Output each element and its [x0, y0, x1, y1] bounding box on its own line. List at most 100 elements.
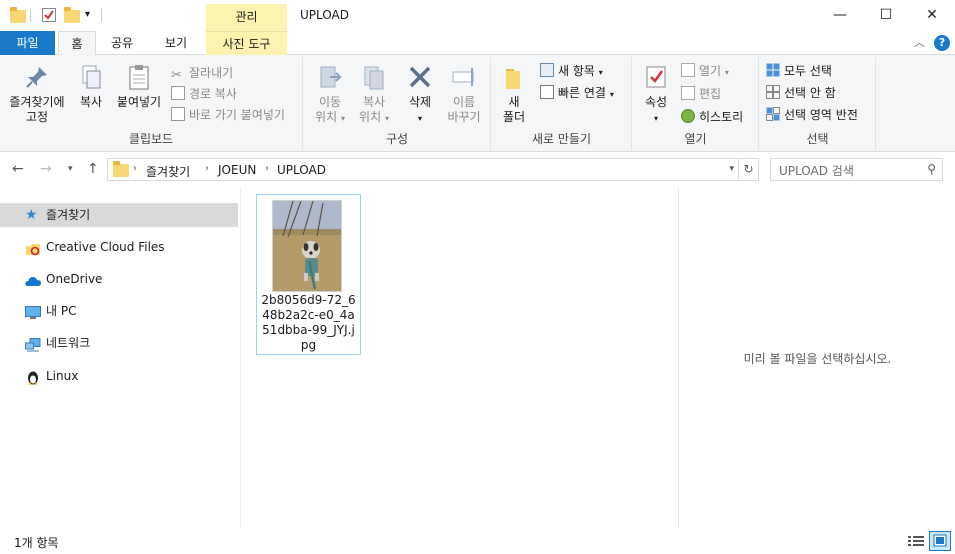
properties-label: 속성: [644, 95, 668, 109]
manage-context-label: 관리: [206, 4, 287, 31]
history-button[interactable]: 히스토리: [681, 107, 743, 127]
up-arrow-icon[interactable]: ↑: [87, 161, 99, 177]
move-to-icon: [320, 66, 342, 88]
move-to-button[interactable]: 이동 위치 ▾: [308, 63, 352, 126]
sidebar-item-quick-access[interactable]: ★ 즐겨찾기: [0, 203, 238, 227]
tab-view[interactable]: 보기: [150, 31, 202, 55]
help-icon[interactable]: ?: [934, 35, 950, 51]
move-to-line2: 위치: [315, 110, 338, 124]
title-bar: ▾ 관리 UPLOAD — ☐ ✕: [0, 0, 955, 31]
linux-icon: [25, 369, 41, 385]
clipboard-icon: [129, 65, 149, 90]
collapse-ribbon-icon[interactable]: ︿: [914, 34, 925, 50]
breadcrumb-separator-icon: ›: [205, 163, 209, 174]
copy-path-button[interactable]: 경로 복사: [171, 84, 237, 104]
breadcrumb-joeun[interactable]: JOEUN: [218, 163, 256, 177]
ribbon-tabs: 파일 홈 공유 보기 사진 도구: [0, 31, 955, 56]
address-bar[interactable]: › 즐겨찾기 › JOEUN › UPLOAD ▾: [107, 158, 739, 181]
recent-locations-chevron-icon[interactable]: ▾: [68, 164, 73, 174]
new-folder-quick-icon[interactable]: [64, 7, 80, 23]
delete-button[interactable]: 삭제 ▾: [400, 63, 440, 126]
paste-button[interactable]: 붙여넣기: [113, 63, 165, 110]
pin-to-quick-access-button[interactable]: 즐겨찾기에 고정: [6, 63, 68, 125]
refresh-icon[interactable]: ↻: [739, 158, 759, 181]
large-icons-view-icon[interactable]: [929, 531, 951, 551]
ribbon: 즐겨찾기에 고정 복사 붙여넣기 ✂ 잘라내기 경로 복사 바로 가기 붙여넣기 …: [0, 55, 955, 152]
forward-arrow-icon[interactable]: →: [40, 161, 52, 177]
easy-access-button[interactable]: 빠른 연결 ▾: [540, 83, 614, 103]
details-view-icon[interactable]: [907, 533, 925, 549]
breadcrumb-upload[interactable]: UPLOAD: [277, 163, 326, 177]
maximize-button[interactable]: ☐: [863, 0, 909, 31]
select-none-icon: [766, 85, 780, 99]
folder-icon[interactable]: [10, 7, 26, 23]
copy-path-icon: [171, 86, 185, 100]
new-folder-icon: [506, 69, 520, 89]
copy-label: 복사: [79, 95, 103, 109]
close-button[interactable]: ✕: [909, 0, 955, 31]
edit-button[interactable]: 편집: [681, 84, 721, 104]
open-icon: [681, 63, 695, 77]
minimize-button[interactable]: —: [817, 0, 863, 31]
open-button[interactable]: 열기 ▾: [681, 61, 729, 81]
scissors-icon: ✂: [171, 68, 182, 83]
sidebar-item-label: 내 PC: [46, 304, 77, 318]
select-group: 모두 선택 선택 안 함 선택 영역 반전 선택: [760, 57, 876, 150]
folder-icon: [113, 161, 129, 177]
breadcrumb-separator-icon: ›: [265, 163, 269, 174]
new-folder-button[interactable]: 새 폴더: [496, 63, 532, 125]
customize-quick-access-icon[interactable]: ▾: [85, 9, 101, 25]
sidebar-item-label: OneDrive: [46, 272, 103, 286]
new-item-button[interactable]: 새 항목 ▾: [540, 61, 603, 81]
star-icon: ★: [25, 207, 38, 223]
sidebar-item-label: 네트워크: [46, 336, 91, 350]
paste-label: 붙여넣기: [116, 95, 162, 109]
window-title: UPLOAD: [300, 8, 349, 22]
file-item[interactable]: 2b8056d9-72_648b2a2c-e0_4a51dbba-99_JYJ.…: [256, 194, 361, 355]
tab-picture-tools[interactable]: 사진 도구: [206, 31, 287, 55]
new-folder-line1: 새: [508, 95, 520, 109]
item-count: 1개 항목: [14, 536, 59, 550]
invert-selection-button[interactable]: 선택 영역 반전: [766, 105, 858, 125]
tab-file[interactable]: 파일: [0, 31, 55, 55]
copy-button[interactable]: 복사: [72, 63, 110, 110]
back-arrow-icon[interactable]: ←: [12, 161, 24, 177]
new-group-label: 새로 만들기: [531, 132, 591, 146]
paste-shortcut-button[interactable]: 바로 가기 붙여넣기: [171, 105, 285, 125]
delete-label: 삭제: [408, 95, 432, 109]
pin-icon: [26, 67, 47, 88]
sidebar-item-linux[interactable]: Linux: [0, 364, 238, 388]
breadcrumb-quick-access[interactable]: 즐겨찾기: [146, 163, 190, 180]
copy-path-label: 경로 복사: [189, 87, 237, 101]
sidebar-item-creative-cloud[interactable]: Creative Cloud Files: [0, 235, 238, 259]
select-none-button[interactable]: 선택 안 함: [766, 83, 836, 103]
copy-to-button[interactable]: 복사 위치 ▾: [352, 63, 396, 126]
history-icon: [681, 109, 695, 123]
tab-home[interactable]: 홈: [58, 31, 96, 56]
cut-button[interactable]: ✂ 잘라내기: [171, 63, 233, 83]
preview-pane: 미리 볼 파일을 선택하십시오.: [678, 188, 955, 528]
file-list[interactable]: 2b8056d9-72_648b2a2c-e0_4a51dbba-99_JYJ.…: [242, 188, 678, 528]
computer-icon: [25, 304, 41, 319]
properties-quick-icon[interactable]: [41, 7, 57, 23]
sidebar-item-label: Creative Cloud Files: [46, 240, 165, 254]
sidebar-item-network[interactable]: 네트워크: [0, 331, 238, 355]
tab-share[interactable]: 공유: [100, 31, 144, 55]
history-label: 히스토리: [699, 110, 744, 124]
pin-label-line2: 고정: [25, 110, 49, 124]
image-thumbnail: [272, 200, 342, 292]
delete-x-icon: [409, 66, 431, 88]
easy-access-icon: [540, 85, 554, 99]
copy-to-line1: 복사: [362, 95, 386, 109]
creative-cloud-icon: [25, 240, 41, 256]
address-dropdown-chevron-icon[interactable]: ▾: [729, 164, 734, 174]
toolbar-divider: [101, 8, 102, 22]
search-box[interactable]: UPLOAD 검색 ⚲: [770, 158, 943, 181]
paste-shortcut-label: 바로 가기 붙여넣기: [189, 108, 285, 122]
select-all-button[interactable]: 모두 선택: [766, 61, 832, 81]
rename-button[interactable]: 이름 바꾸기: [442, 63, 486, 125]
properties-button[interactable]: 속성 ▾: [637, 63, 675, 126]
edit-label: 편집: [699, 87, 722, 101]
sidebar-item-this-pc[interactable]: 내 PC: [0, 299, 238, 323]
sidebar-item-onedrive[interactable]: OneDrive: [0, 267, 238, 291]
